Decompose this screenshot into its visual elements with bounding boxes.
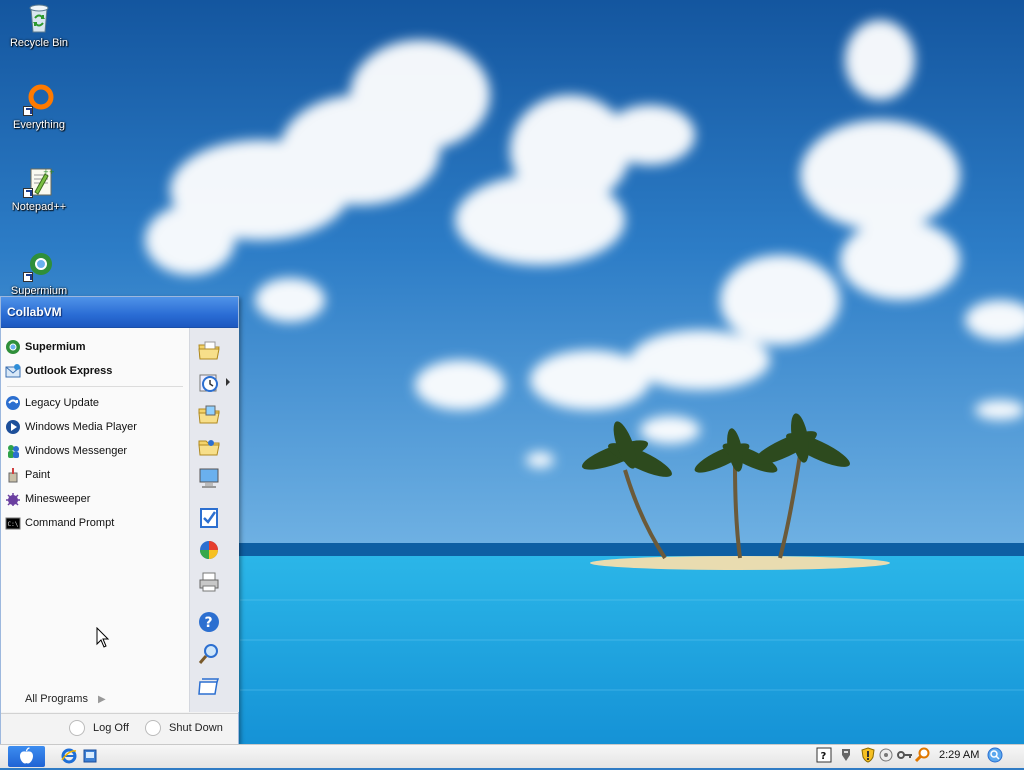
svg-text:C:\: C:\ [8, 521, 19, 528]
desktop-icon-label: Recycle Bin [9, 37, 69, 49]
supermium-icon [23, 250, 55, 282]
printers-icon[interactable] [197, 570, 221, 594]
all-programs-label: All Programs [25, 693, 88, 705]
arrow-right-icon: ▶ [97, 693, 106, 705]
my-music-icon[interactable] [197, 434, 221, 458]
submenu-arrow-icon [226, 378, 230, 386]
svg-text:++: ++ [43, 168, 55, 176]
start-button[interactable] [8, 746, 45, 767]
paint-icon [5, 467, 21, 483]
search-globe-icon[interactable] [987, 747, 1003, 763]
shortcut-arrow-icon [23, 188, 33, 198]
all-programs-button[interactable]: All Programs ▶ [25, 693, 106, 705]
update-tray-icon[interactable] [878, 747, 894, 763]
start-item-minesweeper[interactable]: Minesweeper [5, 488, 187, 510]
control-panel-icon[interactable] [197, 506, 221, 530]
shut-down-label: Shut Down [169, 722, 223, 734]
log-off-button[interactable]: Log Off [69, 720, 129, 736]
taskbar: ? 2:29 AM [0, 744, 1024, 768]
log-off-icon [69, 720, 85, 736]
start-item-label: Command Prompt [25, 517, 115, 529]
start-item-supermium[interactable]: Supermium [5, 336, 187, 358]
supermium-icon [5, 339, 21, 355]
user-name: CollabVM [7, 305, 62, 319]
start-item-label: Minesweeper [25, 493, 91, 505]
clock[interactable]: 2:29 AM [939, 749, 979, 761]
desktop-icon-notepad-plus-plus[interactable]: ++ Notepad++ [1, 166, 77, 213]
apple-logo-icon [20, 747, 33, 764]
desktop-icon-recycle-bin[interactable]: Recycle Bin [1, 2, 77, 49]
start-item-windows-media-player[interactable]: Windows Media Player [5, 416, 187, 438]
svg-text:?: ? [205, 615, 213, 631]
show-desktop-icon[interactable] [82, 748, 98, 764]
start-item-label: Outlook Express [25, 365, 113, 377]
my-pictures-icon[interactable] [197, 402, 221, 426]
desktop-icon-supermium[interactable]: Supermium [1, 250, 77, 297]
start-item-windows-messenger[interactable]: Windows Messenger [5, 440, 187, 462]
power-icon [145, 720, 161, 736]
security-shield-icon[interactable] [860, 747, 876, 763]
shortcut-arrow-icon [23, 272, 33, 282]
minesweeper-icon [5, 491, 21, 507]
legacy-update-icon [5, 395, 21, 411]
start-item-paint[interactable]: Paint [5, 464, 187, 486]
desktop-icon-label: Notepad++ [11, 201, 67, 213]
outlook-express-icon [5, 363, 21, 379]
command-prompt-icon: C:\ [5, 515, 21, 531]
magnifier-tray-icon[interactable] [914, 747, 930, 763]
log-off-label: Log Off [93, 722, 129, 734]
start-item-label: Windows Messenger [25, 445, 128, 457]
start-item-label: Windows Media Player [25, 421, 137, 433]
svg-text:?: ? [821, 751, 827, 762]
key-icon[interactable] [897, 747, 913, 763]
my-computer-icon[interactable] [197, 466, 221, 490]
start-item-label: Supermium [25, 341, 86, 353]
messenger-icon [5, 443, 21, 459]
shut-down-button[interactable]: Shut Down [145, 720, 223, 736]
start-item-label: Legacy Update [25, 397, 99, 409]
help-tray-icon[interactable]: ? [816, 747, 832, 763]
start-menu-footer: Log Off Shut Down [1, 713, 238, 744]
media-player-icon [5, 419, 21, 435]
start-menu-header: CollabVM [1, 297, 238, 328]
search-icon[interactable] [197, 642, 221, 666]
recent-documents-icon[interactable] [197, 370, 221, 394]
start-item-legacy-update[interactable]: Legacy Update [5, 392, 187, 414]
notepad-plus-plus-icon: ++ [23, 166, 55, 198]
start-item-label: Paint [25, 469, 51, 481]
mouse-cursor-icon [96, 627, 110, 648]
desktop-icon-label: Everything [13, 119, 65, 131]
desktop-icon-everything[interactable]: Everything [1, 84, 77, 131]
run-icon[interactable] [197, 674, 221, 698]
separator [7, 386, 183, 387]
set-program-defaults-icon[interactable] [197, 538, 221, 562]
recycle-bin-icon [23, 2, 55, 34]
everything-icon [23, 84, 55, 116]
start-menu[interactable]: CollabVM Supermium Outlook Express Legac… [0, 296, 239, 744]
start-item-command-prompt[interactable]: C:\ Command Prompt [5, 512, 187, 534]
internet-explorer-icon[interactable] [61, 748, 77, 764]
shortcut-arrow-icon [23, 106, 33, 116]
my-documents-icon[interactable] [197, 338, 221, 362]
network-tray-icon[interactable] [838, 747, 854, 763]
start-item-outlook-express[interactable]: Outlook Express [5, 360, 187, 382]
help-icon[interactable]: ? [197, 610, 221, 634]
